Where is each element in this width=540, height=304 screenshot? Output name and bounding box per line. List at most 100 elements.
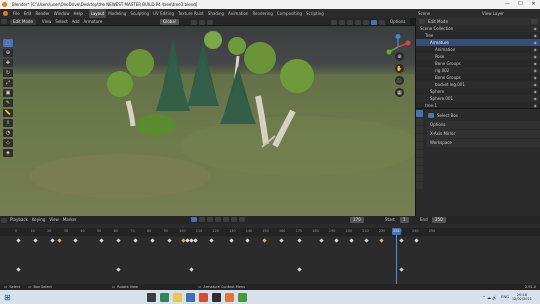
outliner-editor-icon[interactable] (419, 19, 425, 24)
playhead[interactable] (396, 228, 397, 284)
clock-date[interactable]: 12/02/2021 (512, 297, 532, 301)
viewport-menu-armature[interactable]: Armature (82, 18, 105, 26)
store-icon[interactable] (185, 292, 195, 302)
eye-icon[interactable]: ◉ (534, 53, 538, 60)
next-key-icon[interactable] (231, 217, 237, 222)
current-frame-field[interactable]: 170 (350, 217, 364, 223)
cursor-tool-icon[interactable]: ⊕ (3, 49, 13, 57)
eye-icon[interactable]: ◉ (534, 88, 538, 95)
outliner-row[interactable]: bucket leg.001 ◉ (416, 81, 540, 88)
perspective-grid-icon[interactable]: ▦ (395, 88, 404, 97)
transform-tool-icon[interactable]: ▣ (3, 89, 13, 97)
xray-icon[interactable] (355, 20, 361, 25)
scene-tab-icon[interactable] (416, 142, 423, 149)
timeline-editor[interactable] (0, 216, 540, 284)
measure-tool-icon[interactable]: 📏 (3, 109, 13, 117)
maximize-button[interactable]: ☐ (514, 0, 527, 9)
tab-modeling[interactable]: Modeling (106, 9, 128, 18)
file-explorer-icon[interactable] (172, 292, 182, 302)
language-indicator[interactable]: ENG (501, 295, 509, 299)
bone-tab-icon[interactable] (416, 182, 423, 189)
viewport-menu-view[interactable]: View (40, 18, 54, 26)
timeline-menu-playback[interactable]: Playback (8, 216, 30, 224)
view-layer-selector[interactable]: View Layer (482, 9, 504, 18)
record-icon[interactable] (191, 217, 197, 222)
eye-icon[interactable]: ◉ (534, 74, 538, 81)
blender-taskbar-icon[interactable] (224, 292, 234, 302)
world-tab-icon[interactable] (416, 150, 423, 157)
move-tool-icon[interactable]: ✥ (3, 59, 13, 67)
rotate-tool-icon[interactable]: ↻ (3, 69, 13, 77)
shading-rendered-icon[interactable] (379, 20, 385, 25)
scale-tool-icon[interactable]: ⤢ (3, 79, 13, 87)
editor-type-icon[interactable] (1, 19, 7, 24)
eye-icon[interactable]: ◉ (534, 39, 538, 46)
play-reverse-icon[interactable] (215, 217, 221, 222)
eye-icon[interactable]: ◉ (534, 95, 538, 102)
gizmo-icon[interactable] (339, 20, 345, 25)
outliner-row[interactable]: Pose ◉ (416, 53, 540, 60)
outliner-row[interactable]: Sphere.001 ◉ (416, 95, 540, 102)
eye-icon[interactable]: ◉ (534, 81, 538, 88)
panel-options[interactable]: Options (427, 121, 540, 129)
mode-selector[interactable]: Edit Mode (10, 18, 36, 25)
modifier-tab-icon[interactable] (416, 166, 423, 173)
bone-size-tool-icon[interactable]: ◇ (3, 139, 13, 147)
tab-texture-paint[interactable]: Texture Paint (176, 9, 206, 18)
shading-material-icon[interactable] (371, 20, 377, 25)
roll-tool-icon[interactable]: ◔ (3, 129, 13, 137)
playhead-frame-label[interactable]: 231 (392, 228, 401, 235)
tab-uv-editing[interactable]: UV Editing (151, 9, 176, 18)
jump-start-icon[interactable] (199, 217, 205, 222)
end-frame-field[interactable]: 250 (432, 217, 446, 223)
eye-icon[interactable]: ◉ (534, 32, 538, 39)
view-layer-tab-icon[interactable] (416, 134, 423, 141)
tab-rendering[interactable]: Rendering (250, 9, 274, 18)
spotify-icon[interactable] (237, 292, 247, 302)
eye-icon[interactable]: ◉ (534, 60, 538, 67)
select-box-tool-icon[interactable]: ⬚ (3, 39, 13, 47)
camera-view-icon[interactable]: 🎥 (395, 76, 404, 85)
eye-icon[interactable]: ◉ (534, 46, 538, 53)
office-icon[interactable] (198, 292, 208, 302)
prev-key-icon[interactable] (207, 217, 213, 222)
timeline-menu-view[interactable]: View (47, 216, 61, 224)
play-icon[interactable] (223, 217, 229, 222)
outliner-row[interactable]: Animation ◉ (416, 46, 540, 53)
viewport-menu-select[interactable]: Select (53, 18, 69, 26)
zoom-icon[interactable]: ⊕ (395, 52, 404, 61)
snap-icon[interactable] (199, 20, 205, 25)
outliner-row[interactable]: rig.002 ◉ (416, 67, 540, 74)
minimize-button[interactable]: — (501, 0, 514, 9)
overlay-icon[interactable] (347, 20, 353, 25)
render-tab-icon[interactable] (416, 118, 423, 125)
eye-icon[interactable]: ◉ (534, 67, 538, 74)
tool-tab-icon[interactable] (416, 110, 423, 117)
steam-icon[interactable] (211, 292, 221, 302)
blender-menu-icon[interactable] (3, 11, 8, 16)
jump-end-icon[interactable] (239, 217, 245, 222)
menu-file[interactable]: File (11, 9, 22, 18)
edge-browser-icon[interactable] (159, 292, 169, 302)
options-dropdown[interactable]: Options (390, 18, 405, 26)
object-tab-icon[interactable] (416, 158, 423, 165)
timeline-menu-marker[interactable]: Marker (61, 216, 79, 224)
3d-viewport[interactable] (0, 26, 415, 216)
proportional-edit-icon[interactable] (207, 20, 213, 25)
envelope-tool-icon[interactable]: ◈ (3, 149, 13, 157)
outliner-row[interactable]: Sphere ◉ (416, 88, 540, 95)
panel-x-axis-mirror[interactable]: X-Axis Mirror (427, 130, 540, 138)
pan-hand-icon[interactable]: ✋ (395, 64, 404, 73)
extrude-tool-icon[interactable]: ⇧ (3, 119, 13, 127)
tab-shading[interactable]: Shading (206, 9, 226, 18)
panel-workspace[interactable]: Workspace (427, 139, 540, 147)
timeline-menu-keying[interactable]: Keying (30, 216, 47, 224)
viewport-menu-add[interactable]: Add (70, 18, 82, 26)
transform-orientation-selector[interactable]: Global (160, 19, 179, 25)
filter-icon[interactable] (531, 19, 537, 24)
outliner-row[interactable]: Bone Groups ◉ (416, 74, 540, 81)
outliner-row[interactable]: Bone Groups ◉ (416, 60, 540, 67)
visibility-icon[interactable] (331, 20, 337, 25)
shading-solid-icon[interactable] (363, 20, 369, 25)
outliner-row[interactable]: Scene Collection ◉ (416, 25, 540, 32)
